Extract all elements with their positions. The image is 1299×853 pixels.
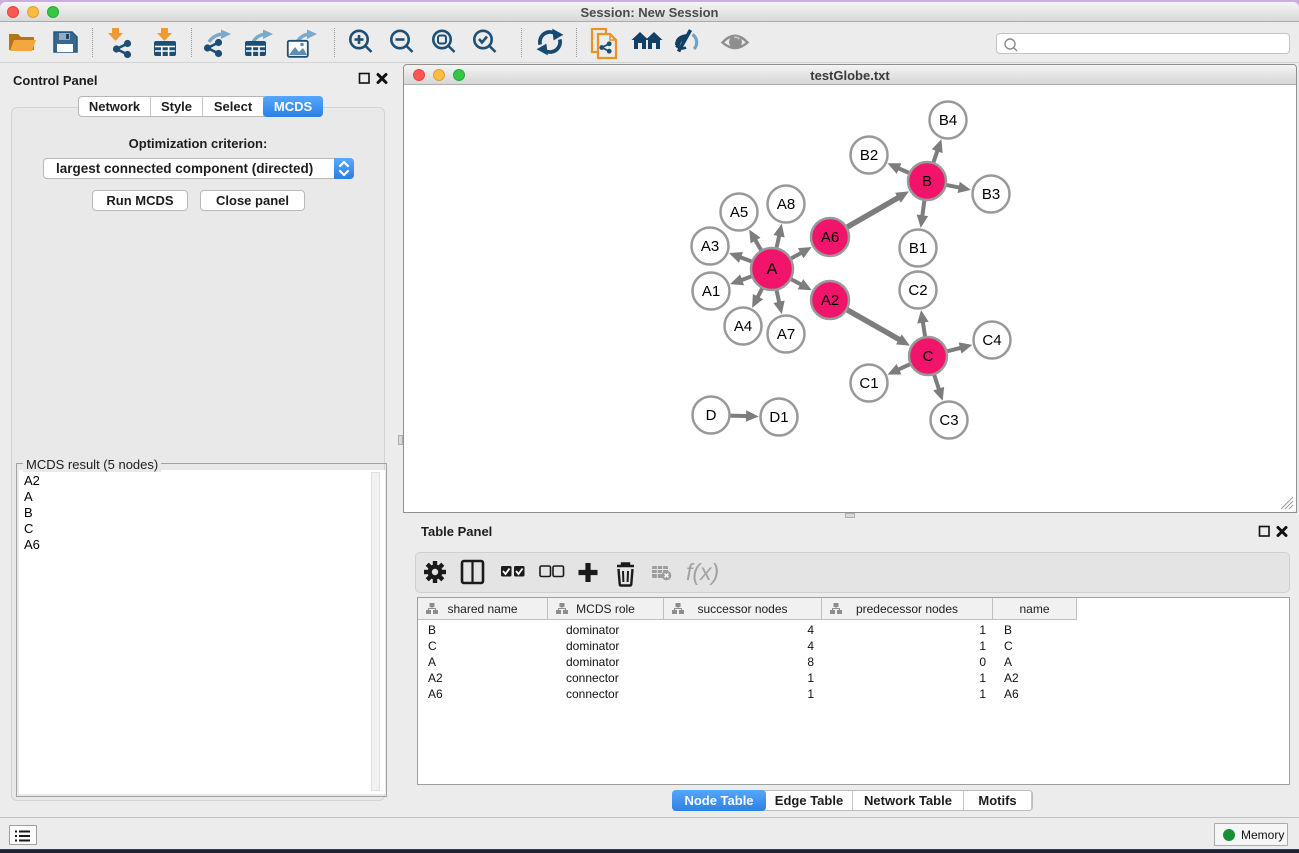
svg-text:A: A — [767, 261, 778, 278]
svg-text:A3: A3 — [701, 238, 719, 255]
svg-text:C: C — [923, 348, 934, 365]
svg-text:A5: A5 — [730, 204, 748, 221]
svg-text:C3: C3 — [939, 412, 958, 429]
svg-text:D: D — [706, 407, 717, 424]
svg-text:B2: B2 — [860, 147, 878, 164]
svg-text:A2: A2 — [821, 292, 839, 309]
svg-text:A6: A6 — [821, 229, 839, 246]
svg-text:B1: B1 — [909, 240, 927, 257]
svg-text:D1: D1 — [769, 409, 788, 426]
svg-text:C4: C4 — [982, 332, 1001, 349]
svg-text:B4: B4 — [939, 112, 957, 129]
svg-text:A4: A4 — [734, 318, 752, 335]
svg-text:A7: A7 — [777, 326, 795, 343]
svg-text:A8: A8 — [777, 196, 795, 213]
svg-text:f(x): f(x) — [686, 559, 719, 585]
svg-text:C1: C1 — [859, 375, 878, 392]
svg-text:B3: B3 — [982, 186, 1000, 203]
svg-text:B: B — [922, 173, 932, 190]
svg-text:A1: A1 — [702, 283, 720, 300]
svg-text:C2: C2 — [908, 282, 927, 299]
